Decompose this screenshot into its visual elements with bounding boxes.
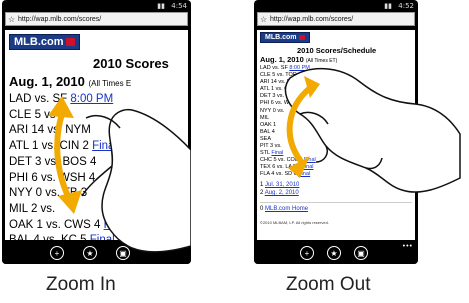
copyright-text: ©2010 MLBAM, LP. All rights reserved.	[260, 220, 329, 225]
status-bar: ▮▮ 4:52	[254, 0, 418, 12]
favorites-star-icon: ☆	[260, 15, 268, 24]
address-url: http://wap.mlb.com/scores/	[270, 16, 354, 23]
zoom-in-phone-screen: ▮▮ 4:54 ☆ http://wap.mlb.com/scores/ MLB…	[2, 0, 191, 264]
mlb-logo[interactable]: MLB.com	[260, 32, 310, 43]
zoom-out-gesture-illustration	[284, 67, 461, 193]
app-bar: + ★ ▣ •••	[254, 240, 418, 264]
address-bar[interactable]: ☆ http://wap.mlb.com/scores/	[257, 12, 415, 26]
mlb-batter-icon	[298, 34, 305, 40]
page-heading: 2010 Scores/Schedule	[297, 46, 377, 55]
signal-icon: ▮▮	[384, 2, 392, 10]
status-time: 4:52	[398, 2, 414, 10]
caption-zoom-in: Zoom In	[46, 274, 116, 295]
more-menu-button[interactable]: •••	[403, 243, 413, 250]
zoom-in-gesture-illustration	[48, 96, 191, 253]
caption-zoom-out: Zoom Out	[286, 274, 371, 295]
game-matchup: MIL	[260, 114, 270, 121]
logo-text: MLB.com	[265, 34, 297, 41]
tabs-button[interactable]: ▣	[354, 246, 368, 260]
favorites-button[interactable]: ★	[327, 246, 341, 260]
add-favorite-button[interactable]: +	[300, 246, 314, 260]
